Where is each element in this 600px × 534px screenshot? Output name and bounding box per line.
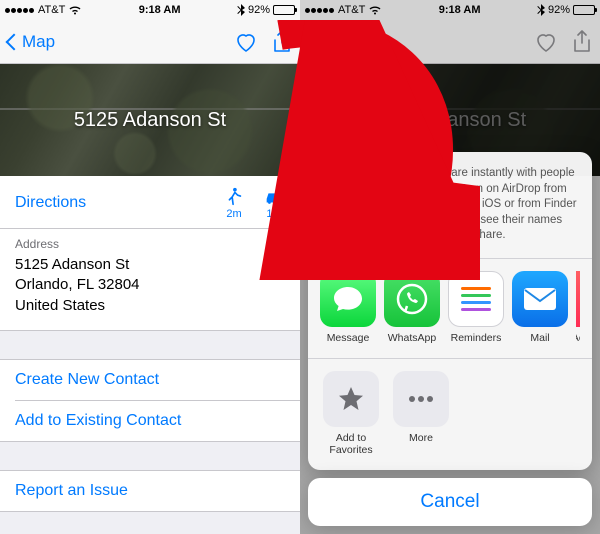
share-action-label: Add to Favorites: [320, 432, 382, 456]
address-line2: Orlando, FL 32804: [15, 275, 285, 295]
cancel-label: Cancel: [420, 491, 479, 513]
walk-icon: [223, 186, 245, 208]
star-icon: [323, 371, 379, 427]
whatsapp-icon: [384, 271, 440, 327]
airdrop-icon: [322, 166, 376, 220]
share-app-label: Message: [327, 332, 370, 344]
add-existing-contact-button[interactable]: Add to Existing Contact: [0, 401, 300, 441]
wifi-icon: [368, 5, 382, 15]
favorite-icon[interactable]: [534, 31, 558, 53]
cancel-button[interactable]: Cancel: [308, 478, 592, 526]
favorite-icon[interactable]: [234, 31, 258, 53]
airdrop-row[interactable]: AirDrop. Share instantly with people nea…: [308, 152, 592, 259]
share-actions-row: Add to Favorites More: [308, 359, 592, 470]
share-app-label: Mail: [530, 332, 549, 344]
share-app-partial[interactable]: Ac: [576, 271, 580, 344]
address-label: Address: [15, 237, 285, 251]
walk-mode[interactable]: 2m: [223, 186, 245, 220]
carrier-label: AT&T: [38, 4, 65, 16]
map-satellite-header: 5125 Adanson St: [0, 64, 300, 176]
share-app-reminders[interactable]: Reminders: [448, 271, 504, 344]
partial-app-icon: [576, 271, 580, 327]
share-app-message[interactable]: Message: [320, 271, 376, 344]
clock-label: 9:18 AM: [139, 4, 181, 16]
nav-bar: Map: [0, 20, 300, 64]
battery-percent: 92%: [248, 4, 270, 16]
drive-time: 1m: [266, 208, 281, 220]
share-icon[interactable]: [572, 30, 592, 54]
back-label: Map: [22, 32, 55, 52]
directions-row: Directions 2m 1m: [0, 176, 300, 228]
back-button[interactable]: Map: [8, 32, 55, 52]
battery-icon: [573, 5, 595, 15]
share-app-mail[interactable]: Mail: [512, 271, 568, 344]
signal-dots-icon: [305, 4, 335, 16]
signal-dots-icon: [5, 4, 35, 16]
chevron-left-icon: [306, 33, 323, 50]
carrier-label: AT&T: [338, 4, 365, 16]
share-action-more[interactable]: More: [390, 371, 452, 456]
status-bar: AT&T 9:18 AM 92%: [300, 0, 600, 20]
battery-percent: 92%: [548, 4, 570, 16]
share-app-label: Reminders: [451, 332, 502, 344]
car-icon: [263, 186, 285, 208]
nav-bar: Map: [300, 20, 600, 64]
more-icon: [393, 371, 449, 427]
location-title: 5125 Adanson St: [0, 64, 300, 176]
message-icon: [320, 271, 376, 327]
chevron-left-icon: [6, 33, 23, 50]
drive-mode[interactable]: 1m: [263, 186, 285, 220]
address-line3: United States: [15, 296, 285, 316]
wifi-icon: [68, 5, 82, 15]
share-action-favorites[interactable]: Add to Favorites: [320, 371, 382, 456]
share-app-label: WhatsApp: [388, 332, 436, 344]
back-button[interactable]: Map: [308, 32, 355, 52]
report-issue-button[interactable]: Report an Issue: [0, 471, 300, 511]
share-app-label: Ac: [576, 332, 580, 344]
reminders-icon: [448, 271, 504, 327]
share-app-whatsapp[interactable]: WhatsApp: [384, 271, 440, 344]
address-block: Address 5125 Adanson St Orlando, FL 3280…: [0, 229, 300, 330]
clock-label: 9:18 AM: [439, 4, 481, 16]
bluetooth-icon: [237, 4, 245, 16]
mail-icon: [512, 271, 568, 327]
share-icon[interactable]: [272, 30, 292, 54]
share-apps-row: Message WhatsApp Reminders: [308, 259, 592, 359]
directions-button[interactable]: Directions: [15, 194, 86, 212]
create-contact-button[interactable]: Create New Contact: [0, 360, 300, 400]
airdrop-title: AirDrop.: [388, 167, 434, 179]
status-bar: AT&T 9:18 AM 92%: [0, 0, 300, 20]
battery-icon: [273, 5, 295, 15]
phone-share-sheet: AT&T 9:18 AM 92% Map 5125 Adanson St: [300, 0, 600, 534]
walk-time: 2m: [226, 208, 241, 220]
bluetooth-icon: [537, 4, 545, 16]
share-action-label: More: [409, 432, 433, 444]
share-sheet: AirDrop. Share instantly with people nea…: [308, 152, 592, 526]
back-label: Map: [322, 32, 355, 52]
address-line1: 5125 Adanson St: [15, 255, 285, 275]
phone-maps-detail: AT&T 9:18 AM 92% Map 5125 Adanson St Dir…: [0, 0, 300, 534]
